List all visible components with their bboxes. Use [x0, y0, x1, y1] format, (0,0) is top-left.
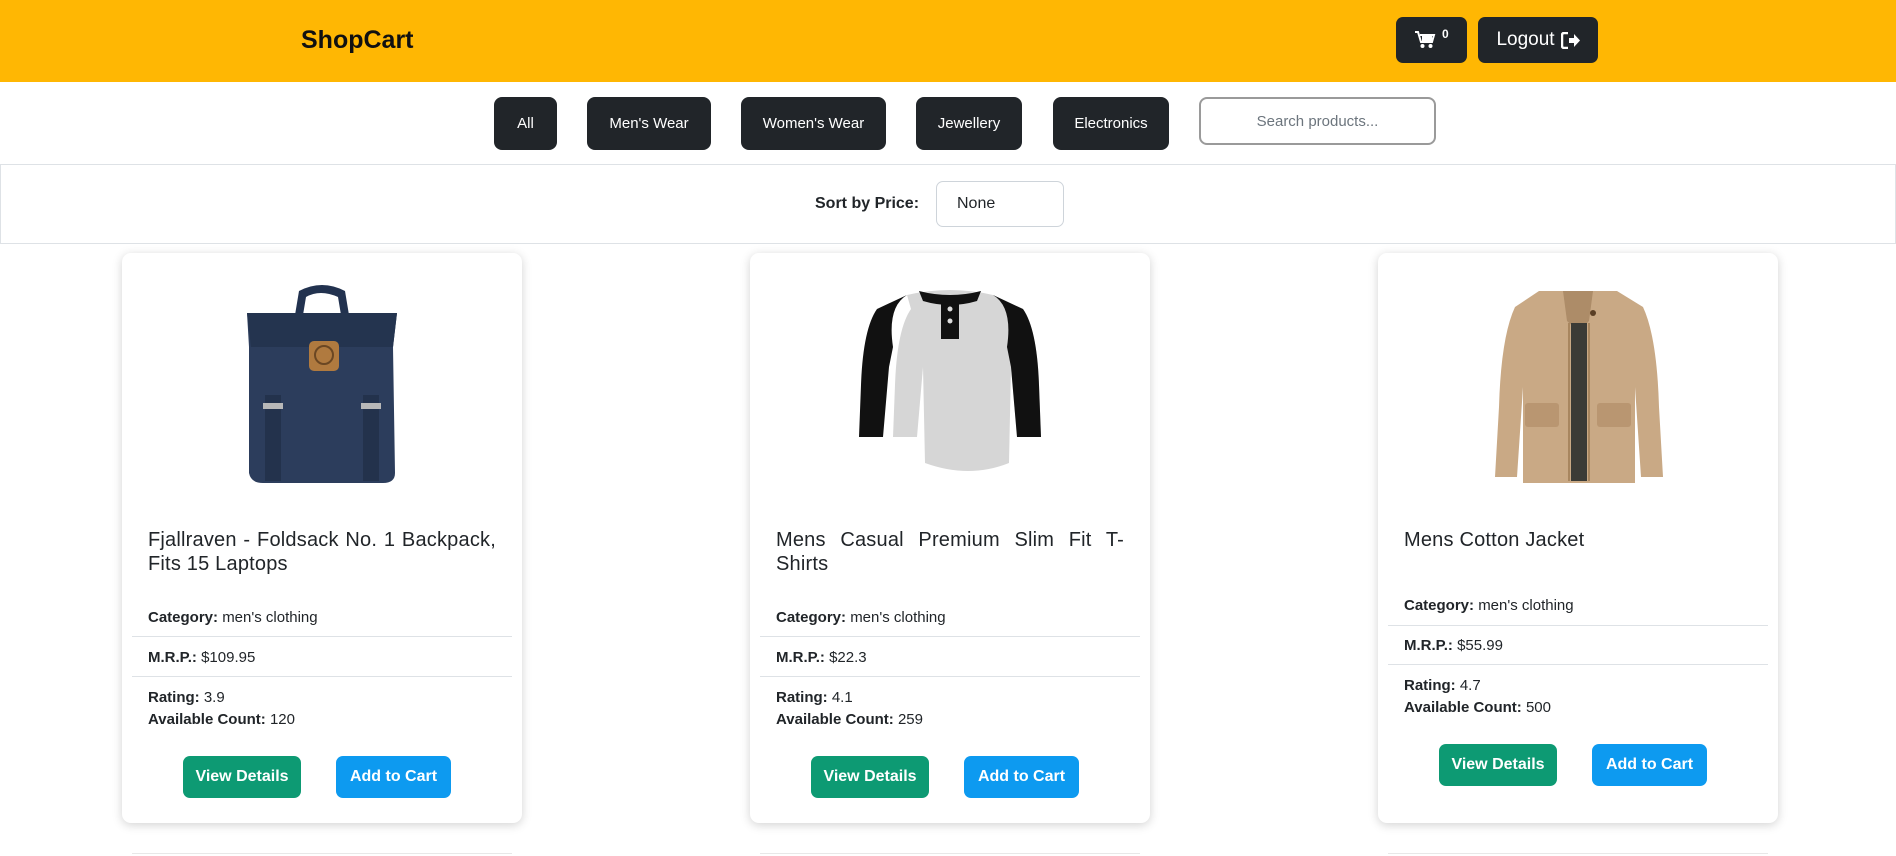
available-row: Available Count: 500 [1404, 699, 1551, 716]
product-card: Fjallraven - Foldsack No. 1 Backpack, Fi… [122, 253, 522, 823]
rating-label: Rating: [148, 689, 200, 706]
next-row-card-edge [1388, 853, 1768, 854]
mrp-label: M.R.P.: [776, 649, 825, 666]
divider [132, 636, 512, 637]
jacket-image[interactable] [1473, 283, 1683, 488]
available-value: 500 [1525, 699, 1551, 716]
sort-price-select[interactable]: None [936, 181, 1064, 227]
filter-womens-wear-button[interactable]: Women's Wear [741, 97, 886, 150]
product-title: Mens Cotton Jacket [1404, 529, 1585, 551]
mrp-row: M.R.P.: $55.99 [1404, 637, 1503, 654]
available-row: Available Count: 120 [148, 711, 295, 728]
sign-out-icon [1560, 31, 1580, 49]
divider [760, 636, 1140, 637]
brand-logo[interactable]: ShopCart [301, 26, 414, 55]
category-row: Category: men's clothing [1404, 597, 1574, 614]
filter-electronics-button[interactable]: Electronics [1053, 97, 1169, 150]
mrp-value: $22.3 [829, 649, 867, 666]
divider [1388, 625, 1768, 626]
filter-label: Electronics [1074, 115, 1148, 132]
category-label: Category: [776, 609, 847, 626]
navbar: ShopCart 0 Logout [0, 0, 1896, 82]
product-card: Mens Casual Premium Slim Fit T-Shirts Ca… [750, 253, 1150, 823]
mrp-row: M.R.P.: $109.95 [148, 649, 255, 666]
category-value: men's clothing [850, 609, 946, 626]
cart-button[interactable]: 0 [1396, 17, 1467, 63]
next-row-card-edge [760, 853, 1140, 854]
rating-value: 3.9 [203, 689, 225, 706]
rating-row: Rating: 4.7 [1404, 677, 1481, 694]
category-label: Category: [148, 609, 219, 626]
rating-row: Rating: 4.1 [776, 689, 853, 706]
filter-label: Women's Wear [762, 115, 865, 132]
mrp-value: $109.95 [201, 649, 256, 666]
add-to-cart-button[interactable]: Add to Cart [336, 756, 451, 798]
product-title: Mens Casual Premium Slim Fit T-Shirts [776, 529, 1124, 575]
add-to-cart-button[interactable]: Add to Cart [1592, 744, 1707, 786]
filter-mens-wear-button[interactable]: Men's Wear [587, 97, 711, 150]
category-value: men's clothing [1478, 597, 1574, 614]
logout-label: Logout [1496, 29, 1555, 50]
next-row-card-edge [132, 853, 512, 854]
available-value: 120 [269, 711, 295, 728]
view-details-button[interactable]: View Details [183, 756, 301, 798]
filter-all-button[interactable]: All [494, 97, 557, 150]
filter-label: All [517, 115, 534, 132]
available-label: Available Count: [1404, 699, 1522, 716]
rating-label: Rating: [1404, 677, 1456, 694]
filter-label: Jewellery [937, 115, 1001, 132]
product-title: Fjallraven - Foldsack No. 1 Backpack, Fi… [148, 529, 496, 575]
rating-label: Rating: [776, 689, 828, 706]
mrp-row: M.R.P.: $22.3 [776, 649, 867, 666]
logout-button[interactable]: Logout [1478, 17, 1598, 63]
search-input[interactable] [1199, 97, 1436, 145]
mrp-value: $55.99 [1457, 637, 1503, 654]
divider [132, 676, 512, 677]
available-row: Available Count: 259 [776, 711, 923, 728]
product-card: Mens Cotton Jacket Category: men's cloth… [1378, 253, 1778, 823]
mrp-label: M.R.P.: [1404, 637, 1453, 654]
view-details-button[interactable]: View Details [1439, 744, 1557, 786]
available-label: Available Count: [148, 711, 266, 728]
rating-value: 4.7 [1459, 677, 1481, 694]
filter-jewellery-button[interactable]: Jewellery [916, 97, 1022, 150]
divider [760, 676, 1140, 677]
cart-count-badge: 0 [1442, 27, 1449, 41]
rating-row: Rating: 3.9 [148, 689, 225, 706]
category-value: men's clothing [222, 609, 318, 626]
mrp-label: M.R.P.: [148, 649, 197, 666]
available-label: Available Count: [776, 711, 894, 728]
backpack-image[interactable] [217, 283, 427, 488]
tshirt-image[interactable] [845, 283, 1055, 488]
category-row: Category: men's clothing [148, 609, 318, 626]
category-label: Category: [1404, 597, 1475, 614]
rating-value: 4.1 [831, 689, 853, 706]
add-to-cart-button[interactable]: Add to Cart [964, 756, 1079, 798]
sort-label: Sort by Price: [815, 195, 920, 212]
shopping-cart-icon [1415, 31, 1436, 48]
category-row: Category: men's clothing [776, 609, 946, 626]
filter-label: Men's Wear [609, 115, 689, 132]
divider [1388, 664, 1768, 665]
view-details-button[interactable]: View Details [811, 756, 929, 798]
available-value: 259 [897, 711, 923, 728]
